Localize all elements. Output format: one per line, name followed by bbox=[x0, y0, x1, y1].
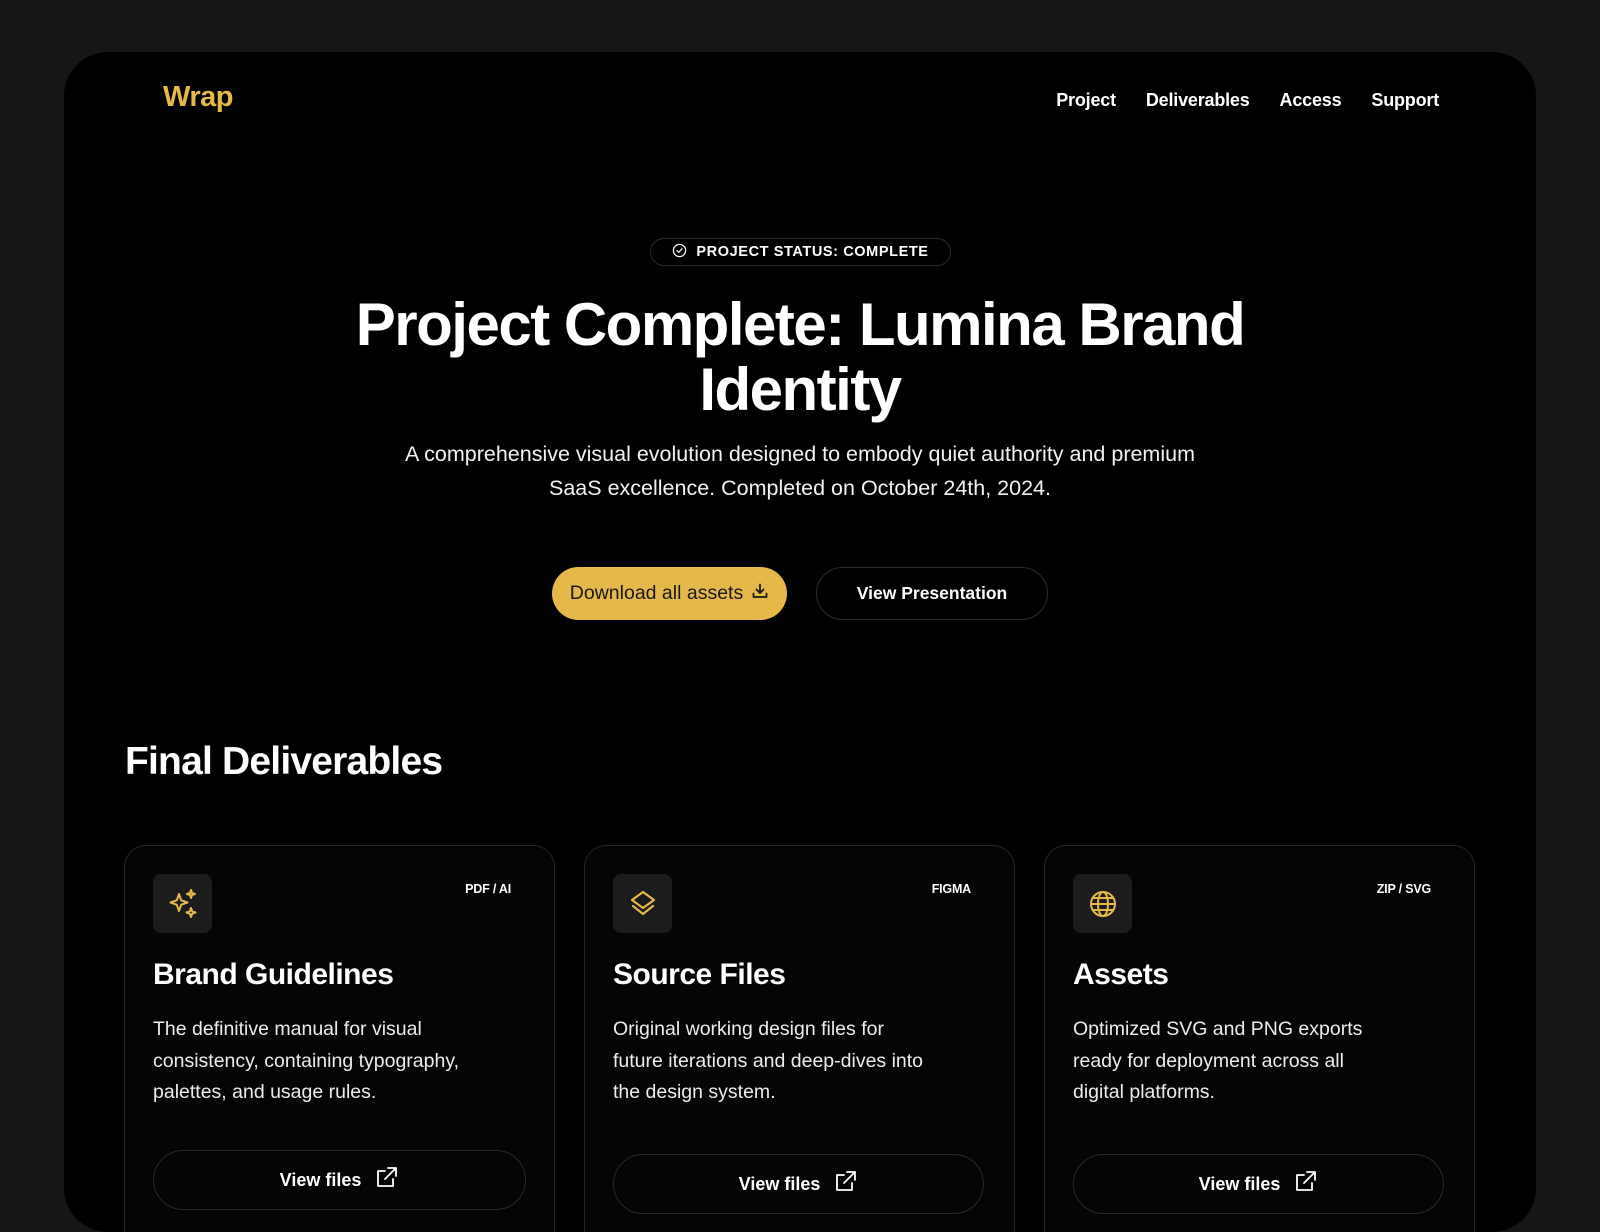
view-files-label: View files bbox=[1198, 1173, 1281, 1194]
nav-link-project[interactable]: Project bbox=[1056, 90, 1116, 111]
globe-icon bbox=[1073, 874, 1132, 933]
card-title: Source Files bbox=[613, 958, 786, 991]
view-files-label: View files bbox=[738, 1173, 821, 1194]
nav-link-support[interactable]: Support bbox=[1371, 90, 1439, 111]
external-link-icon bbox=[832, 1169, 858, 1200]
check-circle-icon bbox=[672, 243, 687, 262]
download-all-assets-label: Download all assets bbox=[569, 582, 744, 604]
section-title: Final Deliverables bbox=[125, 740, 443, 783]
page-frame: Wrap Project Deliverables Access Support… bbox=[64, 52, 1536, 1232]
card-description: Original working design files for future… bbox=[613, 1018, 924, 1103]
card-description: The definitive manual for visual consist… bbox=[153, 1018, 460, 1103]
hero-subtitle: A comprehensive visual evolution designe… bbox=[405, 442, 1195, 500]
view-files-button[interactable]: View files bbox=[1073, 1154, 1444, 1214]
view-presentation-button[interactable]: View Presentation bbox=[816, 567, 1048, 620]
top-nav: Wrap Project Deliverables Access Support bbox=[64, 52, 1536, 152]
nav-link-access[interactable]: Access bbox=[1280, 90, 1342, 111]
view-files-button[interactable]: View files bbox=[153, 1150, 526, 1210]
download-all-assets-button[interactable]: Download all assets bbox=[552, 567, 787, 620]
page-title: Project Complete: Lumina Brand Identity bbox=[355, 291, 1246, 423]
external-link-icon bbox=[373, 1165, 399, 1196]
deliverable-card-assets: ZIP / SVG Assets Optimized SVG and PNG e… bbox=[1044, 845, 1475, 1232]
view-files-label: View files bbox=[279, 1169, 362, 1190]
format-tag: ZIP / SVG bbox=[1376, 882, 1431, 896]
sparkles-icon bbox=[153, 874, 212, 933]
deliverable-card-brand-guidelines: PDF / AI Brand Guidelines The definitive… bbox=[124, 845, 555, 1232]
card-title: Brand Guidelines bbox=[153, 958, 394, 991]
external-link-icon bbox=[1292, 1169, 1318, 1200]
layers-icon bbox=[613, 874, 672, 933]
card-title: Assets bbox=[1073, 958, 1169, 991]
format-tag: FIGMA bbox=[931, 882, 971, 896]
status-badge-label: PROJECT STATUS: COMPLETE bbox=[696, 244, 929, 260]
view-files-button[interactable]: View files bbox=[613, 1154, 984, 1214]
deliverable-card-source-files: FIGMA Source Files Original working desi… bbox=[584, 845, 1015, 1232]
download-icon bbox=[751, 582, 769, 606]
nav-link-deliverables[interactable]: Deliverables bbox=[1146, 90, 1250, 111]
logo[interactable]: Wrap bbox=[163, 81, 233, 114]
format-tag: PDF / AI bbox=[465, 882, 511, 896]
status-badge: PROJECT STATUS: COMPLETE bbox=[650, 238, 951, 266]
nav-links: Project Deliverables Access Support bbox=[1056, 90, 1439, 111]
card-description: Optimized SVG and PNG exports ready for … bbox=[1073, 1018, 1363, 1103]
